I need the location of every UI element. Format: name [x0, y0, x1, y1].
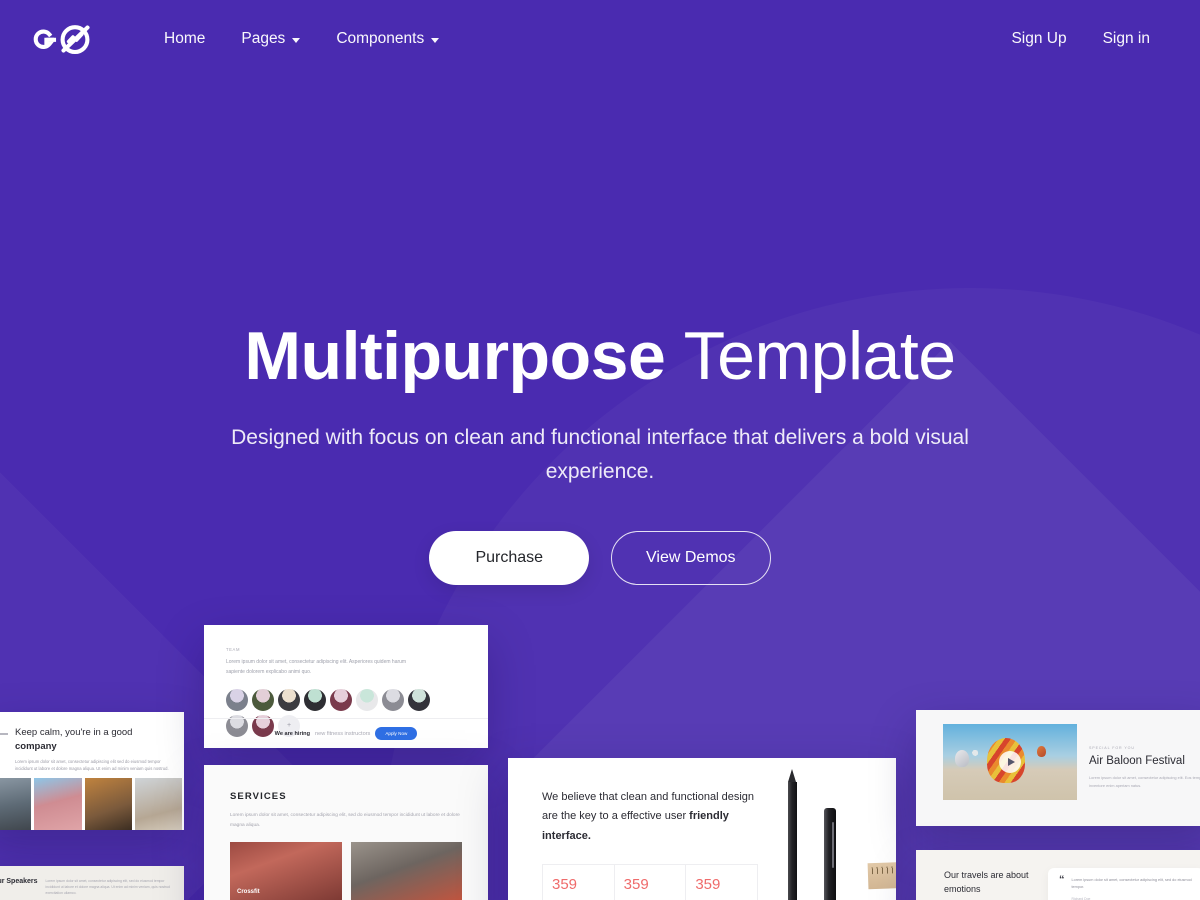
service-item: Some quick example text to build on the …: [350, 842, 462, 900]
avatar: [408, 688, 430, 711]
nav-item-sign-up[interactable]: Sign Up: [993, 22, 1084, 56]
demo-card-balloon-festival[interactable]: SPECIAL FOR YOU Air Baloon Festival Lore…: [916, 710, 1200, 826]
account-navigation: Sign Up Sign in: [993, 22, 1168, 56]
avatar: [226, 688, 248, 711]
primary-navigation: Home Pages Components: [146, 22, 457, 56]
page-title-bold: Multipurpose: [244, 318, 666, 394]
services-content: SERVICES Lorem ipsum dolor sit amet, con…: [204, 765, 488, 900]
nav-item-home[interactable]: Home: [146, 22, 223, 56]
gallery-image: [34, 778, 82, 830]
service-item: Crossfit Some great example text to buil…: [230, 842, 342, 900]
stat-item: 359 Lorem ipsum dolor sit amet, consecte…: [615, 864, 687, 900]
apply-now-button[interactable]: Apply Now: [375, 727, 418, 740]
team-label: TEAM: [226, 647, 241, 652]
nav-item-sign-in[interactable]: Sign in: [1085, 22, 1168, 56]
balloon-small-right: [1037, 746, 1046, 757]
testimonial-card: “ Lorem ipsum dolor sit amet, consectetu…: [1048, 868, 1200, 900]
speakers-body: Lorem ipsum dolor sit amet, consectetur …: [45, 879, 170, 896]
keep-calm-title-bold: company: [15, 740, 57, 752]
avatar: [330, 688, 352, 711]
keep-calm-body: Lorem ipsum dolor sit amet, consectetur …: [15, 758, 169, 771]
service-image: [350, 842, 462, 900]
hero-subtitle: Designed with focus on clean and functio…: [231, 426, 969, 484]
chevron-down-icon: [292, 37, 301, 43]
demo-card-travels[interactable]: Our travels are about emotions “ Lorem i…: [916, 850, 1200, 900]
avatar: [304, 688, 326, 711]
keep-calm-header: Keep calm, you're in a good company Lore…: [0, 712, 184, 778]
team-body: Lorem ipsum dolor sit amet, consectetur …: [226, 659, 407, 676]
play-icon[interactable]: [999, 751, 1021, 773]
stat-item: 359 Lorem ipsum dolor sit amet, consecte…: [543, 864, 615, 900]
stat-item: 359 Lorem ipsum dolor sit amet, consecte…: [686, 865, 757, 900]
services-title: SERVICES: [230, 791, 287, 802]
services-body: Lorem ipsum dolor sit amet, consectetur …: [230, 813, 460, 828]
view-demos-button[interactable]: View Demos: [611, 531, 771, 586]
services-grid: Crossfit Some great example text to buil…: [230, 842, 462, 900]
nav-item-sign-in-label: Sign in: [1102, 30, 1150, 47]
believe-stats: 359 Lorem ipsum dolor sit amet, consecte…: [542, 863, 758, 900]
gallery-image: [134, 778, 182, 830]
pencil-icon: [788, 769, 797, 900]
balloon-title: Air Baloon Festival: [1089, 755, 1185, 767]
hero-actions: Purchase View Demos: [0, 531, 1200, 586]
travels-title: Our travels are about emotions: [944, 870, 1029, 895]
pen-icon: [824, 808, 836, 900]
chevron-down-icon: [431, 37, 440, 43]
nav-item-components[interactable]: Components: [318, 22, 457, 56]
navbar: Home Pages Components Sign Up Sign in: [0, 0, 1200, 78]
go-chart-circle-logo-icon: [32, 19, 102, 59]
page-title: Multipurpose Template: [0, 318, 1200, 394]
demo-card-speakers[interactable]: Our Speakers Lorem ipsum dolor sit amet,…: [0, 866, 184, 900]
demo-card-believe[interactable]: We believe that clean and functional des…: [508, 758, 896, 900]
keep-calm-image-strip: [0, 778, 184, 830]
believe-content: We believe that clean and functional des…: [508, 758, 758, 900]
gallery-image: [0, 778, 32, 830]
dash-icon: [0, 733, 8, 735]
believe-illustration: [766, 758, 896, 900]
demo-card-services[interactable]: SERVICES Lorem ipsum dolor sit amet, con…: [204, 765, 488, 900]
page-root: Home Pages Components Sign Up Sign in Mu…: [0, 0, 1200, 900]
gallery-image: [84, 778, 132, 830]
balloon-small-left: [955, 750, 969, 767]
testimonial-text: Lorem ipsum dolor sit amet, consectetur …: [1071, 878, 1192, 890]
avatar: [382, 688, 404, 711]
balloon-content: SPECIAL FOR YOU Air Baloon Festival Lore…: [916, 710, 1200, 800]
avatar: [278, 688, 300, 711]
team-hiring-bar: We are hiring new fitness instructors Ap…: [204, 718, 488, 748]
brand-logo[interactable]: [32, 19, 102, 59]
keep-calm-title: Keep calm, you're in a good company: [15, 726, 174, 754]
nav-item-pages[interactable]: Pages: [223, 22, 318, 56]
demo-card-keep-calm[interactable]: Keep calm, you're in a good company Lore…: [0, 712, 184, 830]
demo-card-team[interactable]: TEAM Lorem ipsum dolor sit amet, consect…: [204, 625, 488, 748]
nav-item-components-label: Components: [336, 30, 425, 47]
avatar: [252, 688, 274, 711]
balloon-meta: SPECIAL FOR YOU Air Baloon Festival Lore…: [1089, 724, 1200, 800]
purchase-button[interactable]: Purchase: [429, 531, 590, 586]
stat-value: 359: [695, 875, 721, 893]
speakers-title: Our Speakers: [0, 878, 38, 885]
hero-section: Multipurpose Template Designed with focu…: [0, 0, 1200, 586]
service-caption: Crossfit: [237, 889, 260, 896]
speakers-header: Our Speakers Lorem ipsum dolor sit amet,…: [0, 866, 184, 900]
stat-value: 359: [552, 875, 578, 893]
balloon-body: Lorem ipsum dolor sit amet, consectetur …: [1089, 775, 1200, 788]
believe-title: We believe that clean and functional des…: [542, 788, 758, 846]
nav-item-home-label: Home: [164, 30, 206, 47]
nav-item-pages-label: Pages: [241, 30, 286, 47]
hiring-label: We are hiring: [274, 730, 311, 737]
keep-calm-title-plain: Keep calm, you're in a good: [15, 727, 133, 738]
stat-value: 359: [623, 875, 649, 893]
balloon-label: SPECIAL FOR YOU: [1089, 746, 1135, 750]
nav-item-sign-up-label: Sign Up: [1011, 30, 1067, 47]
page-title-light: Template: [683, 318, 956, 394]
service-image: Crossfit: [230, 842, 342, 900]
hiring-sub-label: new fitness instructors: [315, 730, 371, 737]
travels-content: Our travels are about emotions “ Lorem i…: [916, 850, 1200, 900]
quote-icon: “: [1059, 874, 1065, 886]
avatar: [356, 688, 378, 711]
balloon-video-thumbnail[interactable]: [943, 724, 1077, 800]
ruler-icon: [867, 860, 896, 890]
